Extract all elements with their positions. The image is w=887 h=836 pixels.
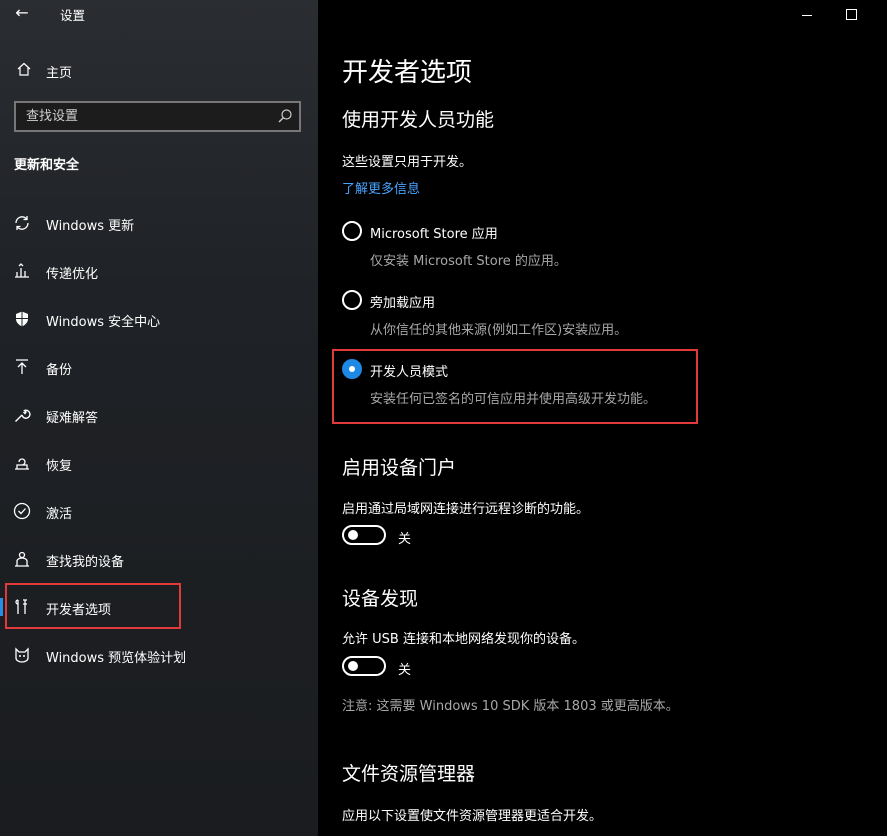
sidebar-item-activation[interactable]: 激活 <box>0 490 318 530</box>
insider-cat-icon <box>15 647 29 663</box>
titlebar: ← 设置 <box>0 0 318 28</box>
radio-developer-mode[interactable] <box>342 359 362 379</box>
sidebar-item-troubleshoot[interactable]: 疑难解答 <box>0 394 318 434</box>
page-title: 开发者选项 <box>342 58 473 88</box>
window-controls <box>767 0 887 28</box>
sidebar: ← 设置 主页 更新和安全 Windows 更新 传递优化 <box>0 0 318 836</box>
sidebar-item-label: 备份 <box>46 363 73 378</box>
sidebar-item-developer-options[interactable]: 开发者选项 <box>0 586 318 626</box>
back-button[interactable]: ← <box>10 2 34 24</box>
sidebar-item-label: 开发者选项 <box>46 603 112 618</box>
back-arrow-icon: ← <box>15 3 29 22</box>
sidebar-item-label: 传递优化 <box>46 267 99 282</box>
sidebar-item-delivery-optimization[interactable]: 传递优化 <box>0 250 318 290</box>
device-portal-description: 启用通过局域网连接进行远程诊断的功能。 <box>342 502 590 517</box>
delivery-optimization-icon <box>15 263 29 278</box>
minimize-button[interactable] <box>797 4 817 24</box>
device-portal-toggle[interactable] <box>342 525 386 545</box>
sidebar-item-windows-security[interactable]: Windows 安全中心 <box>0 298 318 338</box>
sidebar-item-label: 恢复 <box>46 459 73 474</box>
radio-sideload-apps[interactable] <box>342 290 362 310</box>
device-discovery-description: 允许 USB 连接和本地网络发现你的设备。 <box>342 632 585 647</box>
dev-features-description: 这些设置只用于开发。 <box>342 155 473 170</box>
section-title: 更新和安全 <box>14 158 80 173</box>
developer-tools-icon <box>15 599 27 614</box>
home-nav-item[interactable]: 主页 <box>0 56 318 84</box>
device-discovery-toggle[interactable] <box>342 656 386 676</box>
search-icon[interactable] <box>277 108 293 124</box>
sidebar-item-label: 激活 <box>46 507 73 522</box>
dev-features-heading: 使用开发人员功能 <box>342 109 495 131</box>
sidebar-item-label: Windows 预览体验计划 <box>46 651 187 666</box>
home-icon <box>17 62 31 76</box>
sidebar-item-windows-update[interactable]: Windows 更新 <box>0 202 318 242</box>
radio-sideload-apps-label[interactable]: 旁加载应用 <box>370 292 435 311</box>
main-content: 开发者选项 使用开发人员功能 这些设置只用于开发。 了解更多信息 Microso… <box>318 0 887 836</box>
radio-store-apps-sub: 仅安装 Microsoft Store 的应用。 <box>370 254 567 269</box>
backup-arrow-icon <box>16 359 28 374</box>
wrench-icon <box>15 409 31 422</box>
maximize-button[interactable] <box>841 4 861 24</box>
sidebar-item-backup[interactable]: 备份 <box>0 346 318 386</box>
radio-store-apps[interactable] <box>342 221 362 241</box>
sidebar-item-label: Windows 安全中心 <box>46 315 161 330</box>
device-discovery-heading: 设备发现 <box>342 588 419 610</box>
search-input[interactable] <box>16 103 266 130</box>
sidebar-item-windows-insider[interactable]: Windows 预览体验计划 <box>0 634 318 674</box>
file-explorer-heading: 文件资源管理器 <box>342 763 476 785</box>
radio-store-apps-label[interactable]: Microsoft Store 应用 <box>370 223 498 242</box>
radio-developer-mode-label[interactable]: 开发人员模式 <box>370 361 448 380</box>
check-circle-icon <box>13 502 31 520</box>
device-portal-heading: 启用设备门户 <box>342 457 457 479</box>
radio-developer-mode-sub: 安装任何已签名的可信应用并使用高级开发功能。 <box>370 392 657 407</box>
home-label: 主页 <box>46 66 73 81</box>
person-locate-icon <box>15 551 29 567</box>
device-discovery-toggle-state: 关 <box>398 663 412 678</box>
recovery-icon <box>15 458 29 470</box>
sidebar-item-label: 查找我的设备 <box>46 555 125 570</box>
radio-sideload-apps-sub: 从你信任的其他来源(例如工作区)安装应用。 <box>370 323 628 338</box>
sidebar-item-find-my-device[interactable]: 查找我的设备 <box>0 538 318 578</box>
shield-icon <box>16 311 28 327</box>
learn-more-link[interactable]: 了解更多信息 <box>342 178 420 197</box>
search-box[interactable] <box>14 101 301 132</box>
device-portal-toggle-state: 关 <box>398 532 412 547</box>
sidebar-item-label: Windows 更新 <box>46 219 135 234</box>
device-discovery-note: 注意: 这需要 Windows 10 SDK 版本 1803 或更高版本。 <box>342 699 679 714</box>
sidebar-item-label: 疑难解答 <box>46 411 99 426</box>
app-title: 设置 <box>60 8 86 23</box>
file-explorer-description: 应用以下设置使文件资源管理器更适合开发。 <box>342 809 603 824</box>
sync-icon <box>15 216 29 230</box>
sidebar-item-recovery[interactable]: 恢复 <box>0 442 318 482</box>
